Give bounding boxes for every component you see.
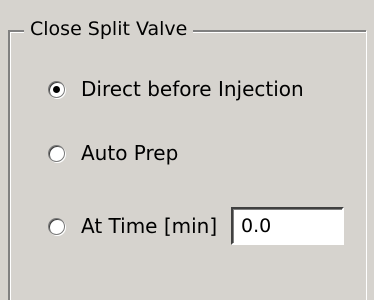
- radio-button-checked[interactable]: [48, 80, 65, 98]
- radio-label-auto-prep: Auto Prep: [81, 141, 179, 165]
- radio-label-direct-before-injection: Direct before Injection: [81, 77, 304, 101]
- radio-option-auto-prep[interactable]: Auto Prep: [48, 138, 178, 168]
- radio-option-at-time[interactable]: At Time [min]: [48, 211, 217, 241]
- radio-option-direct-before-injection[interactable]: Direct before Injection: [48, 74, 304, 104]
- radio-label-at-time: At Time [min]: [81, 214, 218, 238]
- groupbox-title: Close Split Valve: [24, 16, 194, 42]
- at-time-minutes-input[interactable]: [231, 207, 344, 245]
- radio-selected-dot-icon: [53, 85, 60, 93]
- radio-button-unchecked[interactable]: [48, 144, 65, 162]
- radio-button-unchecked[interactable]: [48, 217, 65, 235]
